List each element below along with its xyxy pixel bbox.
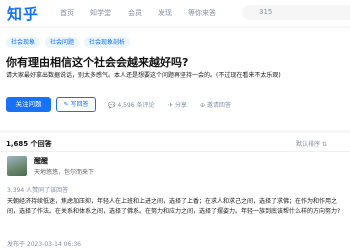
comments-button[interactable]: 💬 4,596 条评论 — [108, 100, 154, 109]
nav-discover[interactable]: 发现 — [158, 8, 172, 18]
search-input[interactable]: 315 — [242, 5, 350, 20]
zhihu-logo[interactable]: 知乎 — [7, 3, 39, 24]
topic-tag[interactable]: 社会现象剖析 — [84, 37, 131, 48]
answer-list: 1,685 个回答 默认排序 ⇅ 醒醒 天地悠悠，包尔而来下 3,394 人赞同… — [0, 133, 350, 250]
answer-count: 1,685 个回答 — [6, 140, 52, 148]
search-query: 315 — [259, 8, 273, 16]
follow-question-button[interactable]: 关注问题 — [6, 97, 51, 112]
author-bio: 天地悠悠，包尔而来下 — [34, 169, 95, 176]
nav-zhixuetang[interactable]: 知学堂 — [90, 8, 111, 18]
nav-waiting-answers[interactable]: 等你来答 — [188, 8, 216, 18]
nav-home[interactable]: 首页 — [60, 8, 74, 18]
topic-tag[interactable]: 社会问题 — [45, 37, 80, 48]
sort-dropdown[interactable]: 默认排序 ⇅ — [296, 139, 327, 148]
author-name[interactable]: 醒醒 — [34, 156, 48, 166]
question-description[interactable]: 请大家最好拿出数据说话，别太多感气。本人还是想要这个问题再坚持一会的。(不过现在… — [6, 72, 346, 81]
write-answer-button[interactable]: ✎ 写回答 — [56, 97, 96, 112]
topic-tag[interactable]: 社会现象 — [6, 37, 41, 48]
question-header: 社会现象 社会问题 社会现象剖析 你有理由相信这个社会会越来越好吗? 请大家最好… — [0, 28, 350, 130]
question-title: 你有理由相信这个社会会越来越好吗? — [6, 56, 189, 69]
upvote-count: 3,394 人赞同了该回答 — [7, 187, 69, 194]
avatar[interactable] — [7, 156, 27, 176]
divider — [0, 151, 350, 152]
nav-vip[interactable]: 会员 — [128, 8, 142, 18]
share-button[interactable]: ✈ 分享 — [168, 100, 187, 109]
top-navigation-bar: 知乎 首页 知学堂 会员 发现 等你来答 315 — [0, 0, 350, 26]
answer-date: 发布于 2023-03-14 06:36 — [7, 241, 81, 248]
answer-body[interactable]: 天朝经济持续低迷，焦虑加压抑，年轻人在上班和上进之间，选择了上香；在求人和求己之… — [7, 197, 347, 217]
invite-answer-button[interactable]: ⊕ 邀请回答 — [200, 100, 231, 109]
